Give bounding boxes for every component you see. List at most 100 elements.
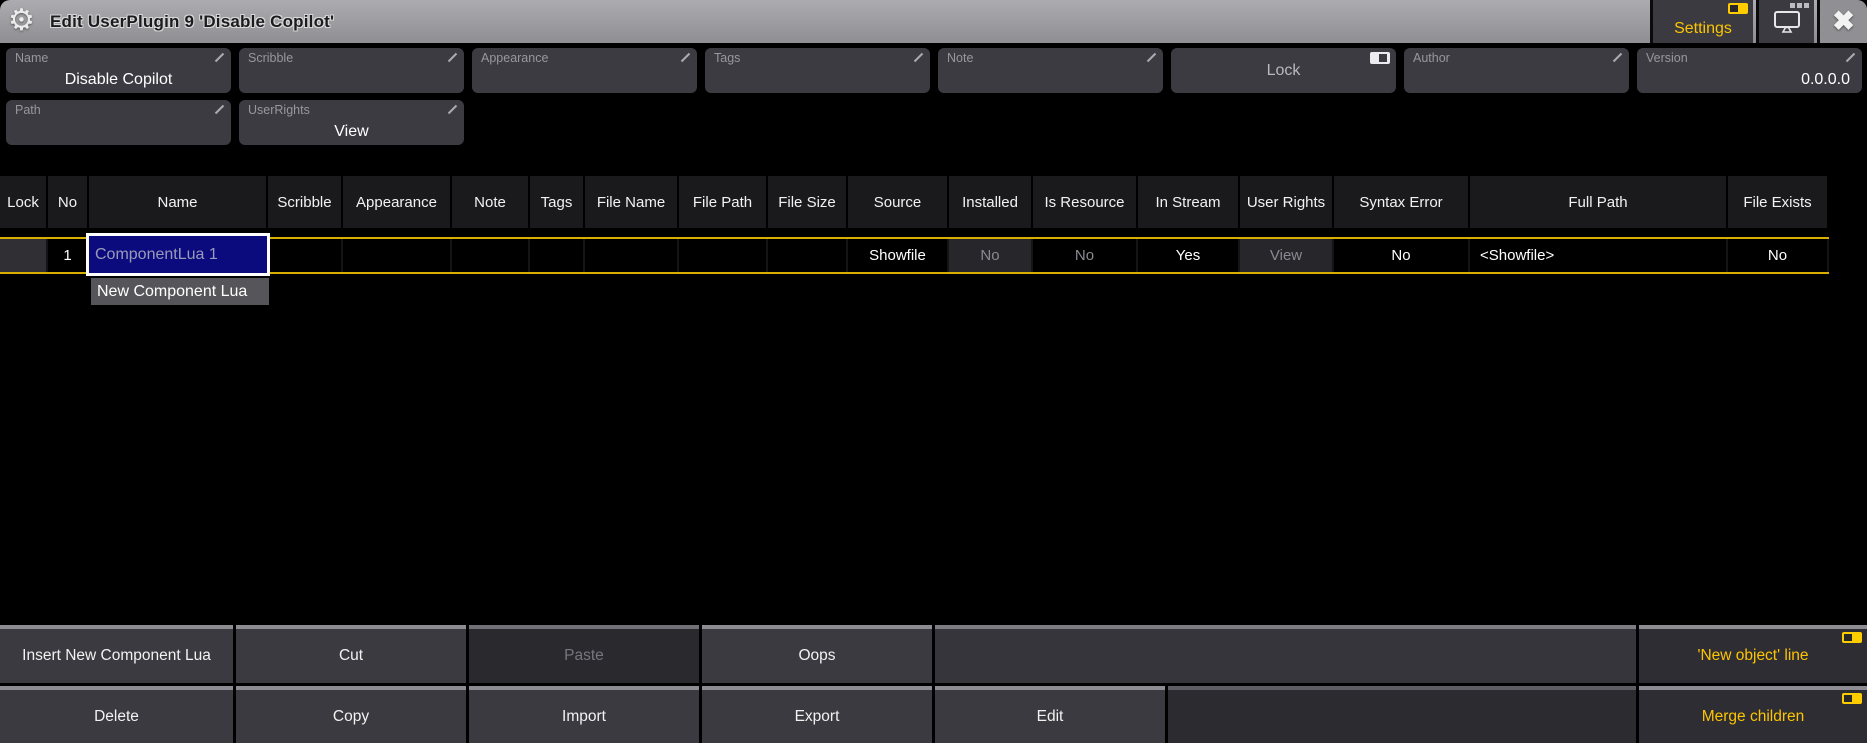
note-field-label: Note [947,51,973,65]
edit-pencil-icon [913,52,924,63]
cell-appearance[interactable] [343,239,452,272]
edit-pencil-icon [214,52,225,63]
cell-is-resource[interactable]: No [1033,239,1138,272]
settings-button[interactable]: Settings [1650,0,1753,43]
monitor-icon [1773,10,1801,34]
name-field-label: Name [15,51,48,65]
cell-tags[interactable] [530,239,585,272]
column-header-installed[interactable]: Installed [949,176,1033,228]
cell-file-size[interactable] [768,239,848,272]
appearance-field[interactable]: Appearance [472,48,697,93]
empty-button-area [1168,686,1636,743]
appearance-field-label: Appearance [481,51,548,65]
cell-no[interactable]: 1 [48,239,89,272]
toggle-on-icon [1842,693,1862,704]
cell-in-stream[interactable]: Yes [1138,239,1240,272]
column-header-source[interactable]: Source [848,176,949,228]
new-object-line-label: 'New object' line [1697,647,1808,665]
cell-scribble[interactable] [268,239,343,272]
toggle-on-icon [1842,632,1862,643]
userrights-field[interactable]: UserRights View [239,100,464,145]
cell-full-path[interactable]: <Showfile> [1470,239,1728,272]
cell-syntax-error[interactable]: No [1334,239,1470,272]
edit-pencil-icon [1612,52,1623,63]
cut-button[interactable]: Cut [236,625,466,683]
name-field[interactable]: Name Disable Copilot [6,48,231,93]
copy-button[interactable]: Copy [236,686,466,743]
column-header-name[interactable]: Name [89,176,268,228]
column-header-file-path[interactable]: File Path [679,176,768,228]
note-field[interactable]: Note [938,48,1163,93]
lock-field[interactable]: Lock [1171,48,1396,93]
titlebar: ⚙ Edit UserPlugin 9 'Disable Copilot' Se… [0,0,1867,43]
close-button[interactable]: ✖ [1817,0,1867,43]
cell-file-name[interactable] [585,239,679,272]
path-field[interactable]: Path [6,100,231,145]
column-header-tags[interactable]: Tags [530,176,585,228]
name-edit-box[interactable]: ComponentLua 1 [86,233,270,276]
column-header-in-stream[interactable]: In Stream [1138,176,1240,228]
cell-user-rights[interactable]: View [1240,239,1334,272]
merge-children-label: Merge children [1702,708,1805,726]
tags-field-label: Tags [714,51,740,65]
edit-pencil-icon [214,104,225,115]
oops-button[interactable]: Oops [702,625,932,683]
cell-installed[interactable]: No [949,239,1033,272]
cell-file-path[interactable] [679,239,768,272]
paste-button[interactable]: Paste [469,625,699,683]
column-header-user-rights[interactable]: User Rights [1240,176,1334,228]
column-header-scribble[interactable]: Scribble [268,176,343,228]
author-field[interactable]: Author [1404,48,1629,93]
column-header-file-exists[interactable]: File Exists [1728,176,1829,228]
export-button[interactable]: Export [702,686,932,743]
name-field-value: Disable Copilot [6,71,231,89]
edit-pencil-icon [1146,52,1157,63]
property-fields-row-1: Name Disable Copilot Scribble Appearance… [6,48,1862,93]
name-edit-value: ComponentLua 1 [95,246,218,264]
delete-button[interactable]: Delete [0,686,233,743]
window-title: Edit UserPlugin 9 'Disable Copilot' [50,0,334,43]
column-header-note[interactable]: Note [452,176,530,228]
import-button[interactable]: Import [469,686,699,743]
cell-lock[interactable] [0,239,48,272]
column-header-syntax-error[interactable]: Syntax Error [1334,176,1470,228]
scribble-field[interactable]: Scribble [239,48,464,93]
column-header-no[interactable]: No [48,176,89,228]
name-edit-suggestion[interactable]: New Component Lua [91,278,269,305]
new-object-line-toggle[interactable]: 'New object' line [1639,625,1867,683]
cell-note[interactable] [452,239,530,272]
column-header-is-resource[interactable]: Is Resource [1033,176,1138,228]
tags-field[interactable]: Tags [705,48,930,93]
column-header-lock[interactable]: Lock [0,176,48,228]
bottom-button-row-1: Insert New Component Lua Cut Paste Oops … [0,625,1867,683]
userrights-field-label: UserRights [248,103,310,117]
cell-file-exists[interactable]: No [1728,239,1829,272]
merge-children-toggle[interactable]: Merge children [1639,686,1867,743]
table-header: Lock No Name Scribble Appearance Note Ta… [0,176,1829,228]
scribble-field-label: Scribble [248,51,293,65]
property-fields-row-2: Path UserRights View [6,100,464,145]
insert-new-component-lua-button[interactable]: Insert New Component Lua [0,625,233,683]
version-field-value: 0.0.0.0 [1637,71,1862,89]
move-to-screen-button[interactable] [1756,0,1814,43]
dots-icon [1790,3,1809,8]
table-row: 1 Showfile No No Yes View No <Showfile> … [0,237,1829,274]
edit-pencil-icon [447,52,458,63]
edit-pencil-icon [1845,52,1856,63]
column-header-appearance[interactable]: Appearance [343,176,452,228]
column-header-file-name[interactable]: File Name [585,176,679,228]
edit-pencil-icon [680,52,691,63]
bottom-button-row-2: Delete Copy Import Export Edit Merge chi… [0,686,1867,743]
column-header-file-size[interactable]: File Size [768,176,848,228]
close-icon: ✖ [1832,6,1855,37]
cell-source[interactable]: Showfile [848,239,949,272]
column-header-full-path[interactable]: Full Path [1470,176,1728,228]
author-field-label: Author [1413,51,1450,65]
edit-button[interactable]: Edit [935,686,1165,743]
empty-button-area [935,625,1636,683]
settings-button-label: Settings [1674,20,1732,38]
gear-icon: ⚙ [8,4,35,38]
version-field-label: Version [1646,51,1688,65]
version-field[interactable]: Version 0.0.0.0 [1637,48,1862,93]
path-field-label: Path [15,103,41,117]
